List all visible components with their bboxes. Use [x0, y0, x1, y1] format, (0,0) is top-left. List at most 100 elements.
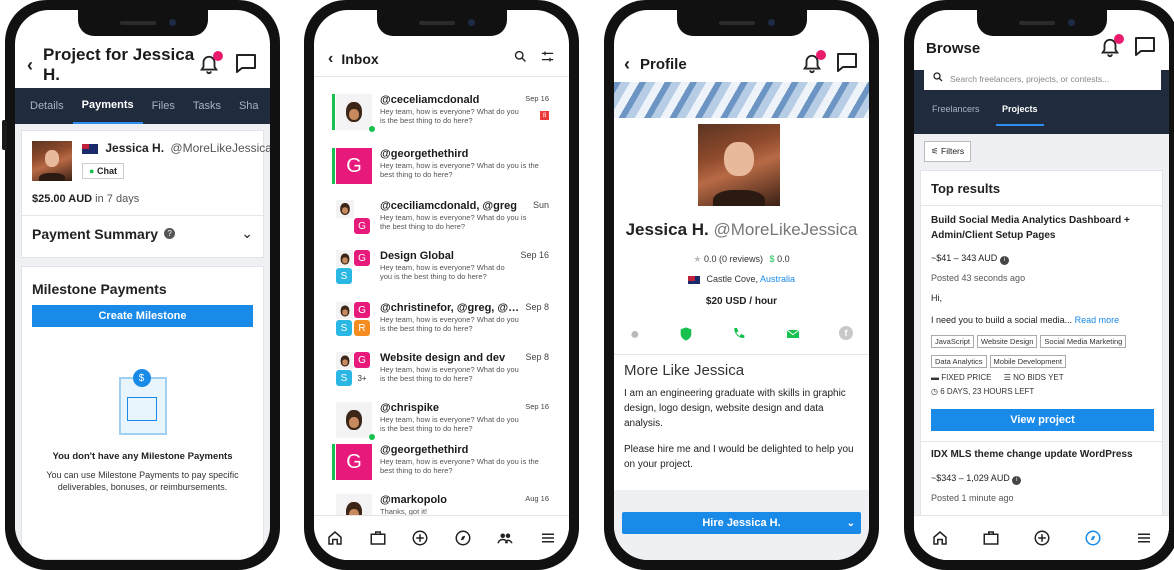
skill-tag: Data Analytics	[931, 355, 987, 368]
messages-icon[interactable]	[1133, 34, 1157, 63]
add-icon[interactable]	[1032, 528, 1052, 548]
bid-period: in 7 days	[92, 193, 140, 205]
menu-icon[interactable]	[1134, 528, 1154, 548]
milestone-illustration-icon: $	[118, 369, 167, 435]
monitor-icon: ▬	[931, 373, 939, 382]
tab-details[interactable]: Details	[21, 88, 73, 124]
bell-icon[interactable]	[198, 51, 223, 76]
search-icon[interactable]	[513, 49, 528, 69]
home-icon[interactable]	[930, 528, 950, 548]
conversation-row[interactable]: @ceceliamcdonald Hey team, how is everyon…	[332, 94, 549, 142]
avatar	[336, 402, 375, 440]
project-posted: Posted 43 seconds ago	[931, 273, 1026, 283]
about-paragraph: I am an engineering graduate with skills…	[624, 388, 846, 429]
conversation-row[interactable]: G S R @christinefor, @greg, @sele...Hey …	[336, 302, 549, 350]
tab-share[interactable]: Sha	[230, 88, 268, 124]
create-milestone-button[interactable]: Create Milestone	[32, 305, 253, 327]
back-icon[interactable]: ‹	[328, 50, 333, 68]
screen-project: ‹ Project for Jessica H. Details Payment…	[15, 10, 270, 560]
filters-button[interactable]: ⚟ Filters	[924, 141, 972, 162]
unread-badge: 8	[540, 111, 549, 120]
freelancer-handle: @MoreLikeJessica	[170, 141, 270, 155]
add-icon[interactable]	[410, 528, 430, 548]
messages-icon[interactable]	[234, 51, 258, 80]
page-title: Inbox	[341, 51, 379, 67]
tab-payments[interactable]: Payments	[72, 88, 143, 124]
bottom-nav	[914, 515, 1169, 560]
conversation-row[interactable]: G @georgethethird Hey team, how is everyo…	[332, 148, 549, 196]
facebook-icon: f	[838, 326, 853, 340]
chevron-down-icon[interactable]: ⌄	[847, 518, 855, 529]
freelancer-card: Jessica H. @MoreLikeJessica ● Chat $25.0…	[21, 130, 270, 258]
bell-icon[interactable]	[801, 50, 826, 75]
compass-icon[interactable]	[1083, 528, 1103, 548]
conversation-row[interactable]: G S Design Global Hey team, how is everyo…	[336, 250, 549, 298]
bids-icon: ☰	[1003, 373, 1011, 382]
avatar: G	[332, 148, 372, 184]
filter-icon: ⚟	[931, 146, 939, 156]
chevron-right-icon[interactable]: ›	[268, 88, 270, 124]
chat-button[interactable]: ● Chat	[82, 163, 124, 179]
home-icon[interactable]	[325, 528, 345, 548]
filter-icon[interactable]	[540, 49, 555, 69]
project-description: I need you to build a social media...	[931, 315, 1073, 325]
project-title[interactable]: Build Social Media Analytics Dashboard +…	[931, 213, 1154, 243]
profile-avatar	[698, 124, 780, 206]
bottom-nav	[314, 515, 569, 560]
project-tabs: Details Payments Files Tasks Sha ›	[15, 88, 270, 124]
compass-icon[interactable]	[453, 528, 473, 548]
conversation-row[interactable]: G @ceciliamcdonald, @greg Hey team, how i…	[336, 200, 549, 248]
read-more-link[interactable]: Read more	[1075, 315, 1120, 325]
cover-image	[614, 82, 869, 118]
help-icon[interactable]: ?	[164, 228, 176, 239]
briefcase-icon[interactable]	[981, 528, 1001, 548]
conversation-row[interactable]: G S 3+ Website design and dev Hey team, h…	[336, 352, 549, 400]
info-icon: i	[1012, 476, 1022, 485]
back-icon[interactable]: ‹	[27, 55, 33, 76]
project-greeting: Hi,	[931, 293, 942, 303]
search-input[interactable]: Search freelancers, projects, or contest…	[924, 68, 1161, 90]
project-posted: Posted 1 minute ago	[931, 493, 1014, 503]
skill-tags: JavaScript Website Design Social Media Mar…	[931, 331, 1156, 371]
tab-files[interactable]: Files	[143, 88, 184, 124]
project-budget: ~$343 – 1,029 AUD	[931, 473, 1010, 483]
skill-tag: Social Media Marketing	[1040, 335, 1127, 348]
menu-icon[interactable]	[538, 528, 558, 548]
phone-project: ‹ Project for Jessica H. Details Payment…	[2, 0, 280, 570]
screen-browse: Browse Search freelancers, projects, or …	[914, 10, 1169, 560]
rating: 0.0	[703, 254, 717, 264]
payment-summary-toggle[interactable]: Payment Summary ? ⌄	[32, 225, 253, 242]
country-link[interactable]: Australia	[760, 274, 795, 284]
messages-icon[interactable]	[835, 50, 859, 79]
info-icon: i	[999, 256, 1009, 265]
shield-icon	[678, 326, 694, 347]
milestone-title: Milestone Payments	[32, 281, 167, 297]
star-icon: ★	[693, 254, 702, 264]
avatar: G S	[336, 250, 372, 286]
australia-flag-icon	[82, 143, 98, 154]
empty-text: You can use Milestone Payments to pay sp…	[46, 470, 239, 492]
people-icon[interactable]	[495, 528, 515, 548]
bids-label: NO BIDS YET	[1013, 373, 1064, 382]
project-title[interactable]: IDX MLS theme change update WordPress	[931, 449, 1154, 460]
tab-freelancers[interactable]: Freelancers	[932, 104, 980, 114]
view-project-button[interactable]: View project	[931, 409, 1154, 431]
profile-name: Jessica H.	[625, 220, 709, 239]
tab-projects[interactable]: Projects	[1002, 104, 1038, 114]
chevron-down-icon[interactable]: ⌄	[241, 225, 253, 242]
time-left: 6 DAYS, 23 HOURS LEFT	[940, 387, 1035, 396]
conversation-row[interactable]: @chrispike Hey team, how is everyone? Wha…	[336, 402, 549, 450]
bid-amount: $25.00 AUD	[32, 193, 93, 205]
back-icon[interactable]: ‹	[624, 54, 630, 75]
hire-button[interactable]: Hire Jessica H. ⌄	[622, 512, 861, 534]
avatar: G	[336, 200, 372, 236]
briefcase-icon[interactable]	[368, 528, 388, 548]
australia-flag-icon	[687, 275, 700, 284]
bell-icon[interactable]	[1099, 34, 1124, 59]
hourly-rate: $20 USD / hour	[705, 296, 778, 307]
skill-tag: Website Design	[977, 335, 1038, 348]
tab-tasks[interactable]: Tasks	[184, 88, 230, 124]
user-icon: ●	[630, 326, 640, 343]
freelancer-avatar	[32, 141, 72, 181]
conversation-row[interactable]: G @georgethethird Hey team, how is everyo…	[332, 444, 549, 492]
